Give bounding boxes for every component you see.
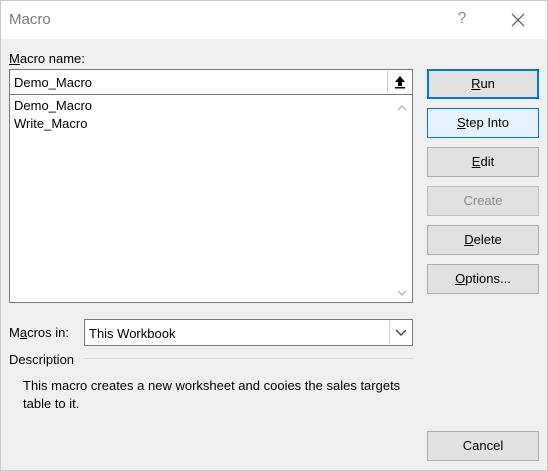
macro-dialog: Macro ? Macro name: Demo_Macro Demo_Macr… — [0, 0, 548, 471]
help-icon[interactable]: ? — [454, 10, 470, 30]
cancel-button[interactable]: Cancel — [427, 431, 539, 461]
options-button[interactable]: Options... — [427, 264, 539, 294]
close-icon[interactable] — [507, 9, 529, 31]
collapse-dialog-button[interactable] — [387, 71, 411, 93]
upload-arrow-icon — [395, 76, 405, 89]
list-item[interactable]: Write_Macro — [14, 116, 87, 131]
run-button[interactable]: Run — [427, 69, 539, 99]
macro-list[interactable]: Demo_Macro Write_Macro — [9, 95, 413, 303]
delete-button[interactable]: Delete — [427, 225, 539, 255]
macros-in-label: Macros in: — [9, 325, 69, 340]
create-button[interactable]: Create — [427, 186, 539, 216]
macros-in-select[interactable]: This Workbook — [84, 319, 413, 346]
chevron-down-icon[interactable] — [389, 321, 411, 344]
macro-name-label: Macro name: — [9, 51, 85, 66]
description-text: This macro creates a new worksheet and c… — [23, 378, 401, 411]
scroll-up-icon[interactable] — [396, 101, 408, 111]
scroll-down-icon[interactable] — [396, 286, 408, 296]
edit-button[interactable]: Edit — [427, 147, 539, 177]
macro-name-value[interactable]: Demo_Macro — [14, 75, 92, 90]
divider — [84, 358, 413, 359]
dialog-title: Macro — [9, 11, 51, 28]
description-label: Description — [9, 352, 75, 367]
macro-name-input[interactable]: Demo_Macro — [9, 69, 413, 95]
macros-in-value: This Workbook — [89, 326, 176, 341]
list-item[interactable]: Demo_Macro — [14, 98, 92, 113]
title-bar: Macro ? — [1, 1, 547, 39]
step-into-button[interactable]: Step Into — [427, 108, 539, 138]
